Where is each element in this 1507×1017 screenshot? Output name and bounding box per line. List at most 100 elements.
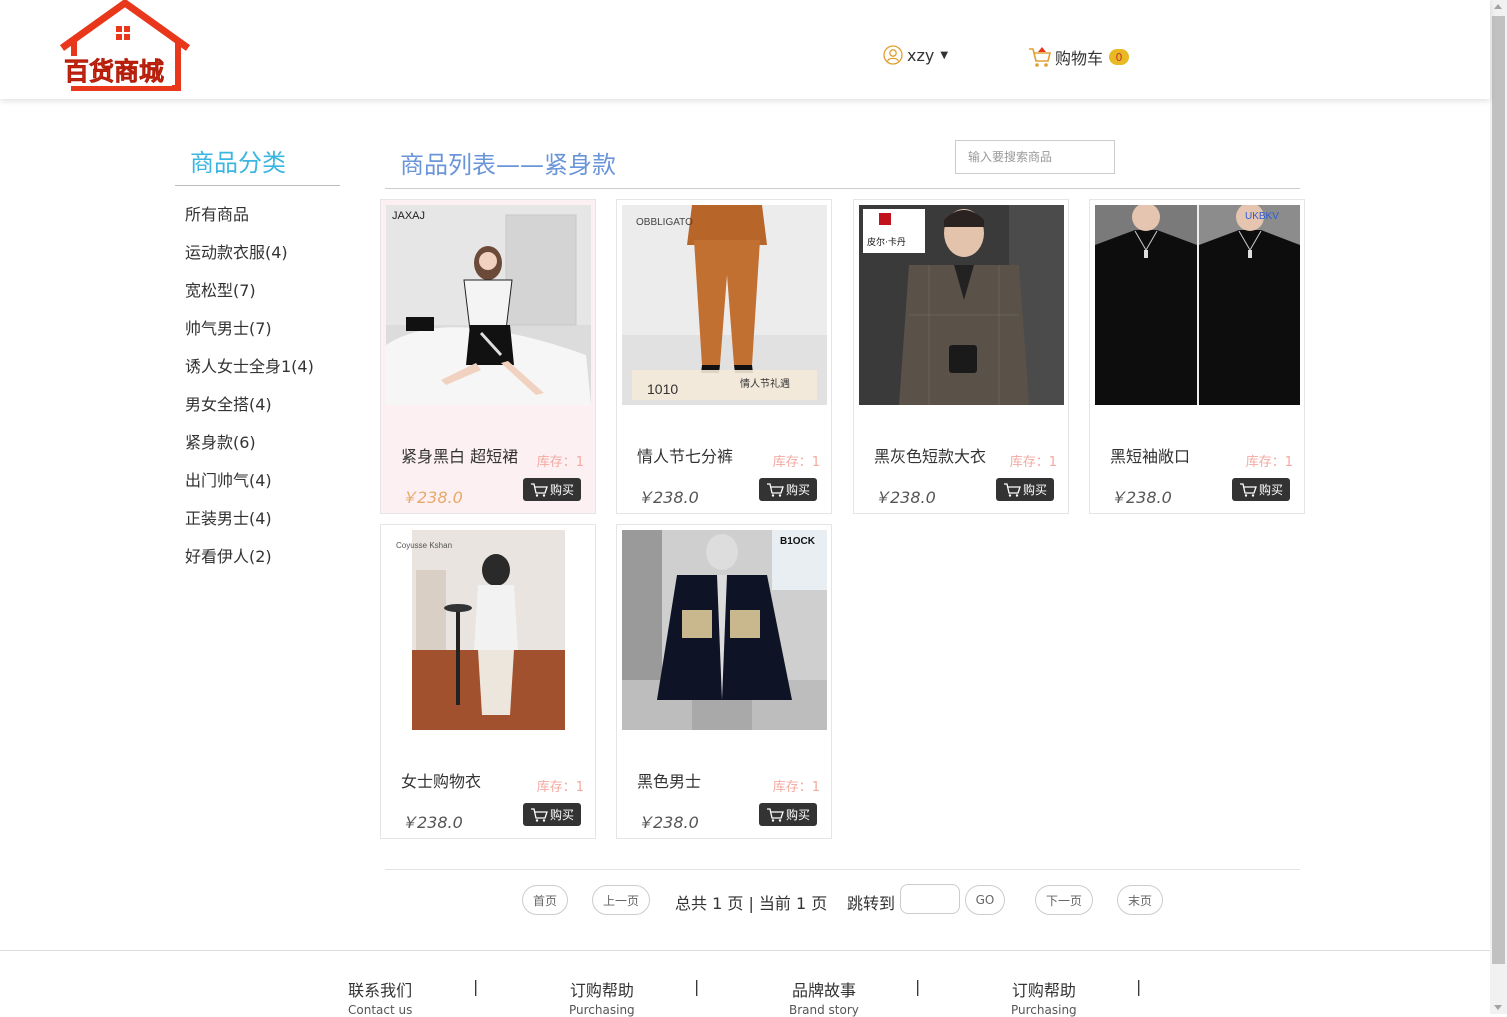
category-item-formal-men[interactable]: 正装男士(4) [185,509,314,547]
buy-button-label: 购买 [549,483,574,497]
product-stock: 库存：1 [536,780,584,795]
first-page-button[interactable]: 首页 [522,885,568,915]
scrollbar-thumb[interactable] [1492,16,1505,964]
cart-icon [766,482,784,497]
cart-icon [1029,47,1052,67]
cart-link[interactable]: 购物车 0 [1028,45,1130,69]
footer-link-brand-story[interactable]: 品牌故事 Brand story [789,977,859,1017]
product-price: ￥238.0 [637,813,699,832]
product-price: ￥238.0 [1110,488,1172,507]
category-item-women-fullbody[interactable]: 诱人女士全身1(4) [185,357,314,395]
footer-link-contact[interactable]: 联系我们 Contact us [348,977,412,1017]
prev-page-button[interactable]: 上一页 [592,885,650,915]
promo-price: 1010 [647,381,678,397]
product-image[interactable]: 1010 情人节礼遇 OBBLIGATO [622,205,827,405]
product-name[interactable]: 女士购物衣 [401,768,481,792]
buy-button[interactable]: 购买 [523,478,581,501]
footer-link-purchasing[interactable]: 订购帮助 Purchasing [569,977,635,1017]
product-image[interactable]: B1OCK [622,530,827,730]
user-menu[interactable]: xzy ▼ [883,45,948,65]
product-price: ￥238.0 [401,813,463,832]
buy-button[interactable]: 购买 [996,478,1054,501]
footer-separator: | [1136,977,1142,996]
category-item-tight[interactable]: 紧身款(6) [185,433,314,471]
product-stock: 库存：1 [1009,455,1057,470]
cart-icon [530,482,548,497]
product-name[interactable]: 黑色男士 [637,768,701,792]
product-card[interactable]: JAXAJ 紧身黑白 超短裙 库存：1 ￥238.0 购买 [380,199,596,514]
product-image[interactable]: 皮尔·卡丹 [859,205,1064,405]
category-title: 商品分类 [190,149,286,177]
product-name[interactable]: 黑短袖敞口 [1110,443,1190,467]
page-jump-input[interactable] [900,884,960,914]
product-brand: OBBLIGATO [636,217,693,228]
buy-button[interactable]: 购买 [1232,478,1290,501]
product-card[interactable]: 皮尔·卡丹 黑灰色短款大衣 库存：1 ￥238.0 购买 [853,199,1069,514]
footer-link-sublabel: Purchasing [569,1003,635,1017]
cart-icon [1239,482,1257,497]
buy-button-label: 购买 [1022,483,1047,497]
product-image[interactable]: Coyusse Kshan [386,530,591,730]
buy-button-label: 购买 [1258,483,1283,497]
buy-button[interactable]: 购买 [759,478,817,501]
header: 百货商城 xzy ▼ 购物车 0 [0,0,1490,99]
product-list-title: 商品列表——紧身款 [400,151,616,179]
page-scrollbar[interactable] [1490,0,1507,1014]
footer-separator: | [915,977,921,996]
product-card[interactable]: UKBKV 黑短袖敞口 库存：1 ￥238.0 购买 [1089,199,1305,514]
product-image[interactable]: JAXAJ [386,205,591,405]
scroll-up-icon[interactable] [1494,4,1502,9]
category-list: 所有商品 运动款衣服(4) 宽松型(7) 帅气男士(7) 诱人女士全身1(4) … [185,205,314,585]
cart-icon [766,807,784,822]
cart-count-badge: 0 [1109,49,1130,65]
cart-icon [1003,482,1021,497]
footer-link-purchasing-2[interactable]: 订购帮助 Purchasing [1011,977,1077,1017]
category-item-all[interactable]: 所有商品 [185,205,314,243]
buy-button[interactable]: 购买 [523,803,581,826]
product-price: ￥238.0 [874,488,936,507]
footer-link-label: 订购帮助 [569,981,634,1000]
footer-link-label: 品牌故事 [791,981,856,1000]
username: xzy [907,45,935,65]
category-item-sportswear[interactable]: 运动款衣服(4) [185,243,314,281]
product-name[interactable]: 黑灰色短款大衣 [874,443,986,467]
buy-button-label: 购买 [785,808,810,822]
product-card[interactable]: Coyusse Kshan 女士购物衣 库存：1 ￥238.0 购买 [380,524,596,839]
divider [175,185,340,186]
buy-button-label: 购买 [549,808,574,822]
product-name[interactable]: 情人节七分裤 [637,443,733,467]
footer-link-label: 联系我们 [348,981,413,1000]
cart-icon [530,807,548,822]
product-stock: 库存：1 [772,455,820,470]
product-card[interactable]: 1010 情人节礼遇 OBBLIGATO 情人节七分裤 库存：1 ￥238.0 … [616,199,832,514]
product-brand: UKBKV [1245,211,1279,222]
next-page-button[interactable]: 下一页 [1035,885,1093,915]
category-item-loose[interactable]: 宽松型(7) [185,281,314,319]
product-brand: B1OCK [780,536,816,547]
product-stock: 库存：1 [1245,455,1293,470]
footer-separator: | [473,977,479,996]
footer-link-sublabel: Brand story [789,1003,859,1017]
store-logo[interactable]: 百货商城 [56,0,194,96]
logo-text: 百货商城 [64,57,164,86]
scroll-down-icon[interactable] [1494,1005,1502,1010]
category-item-handsome-men[interactable]: 帅气男士(7) [185,319,314,357]
product-name[interactable]: 紧身黑白 超短裙 [401,443,518,467]
divider [385,188,1300,189]
product-price: ￥238.0 [637,488,699,507]
last-page-button[interactable]: 末页 [1117,885,1163,915]
go-button[interactable]: GO [965,885,1005,915]
buy-button-label: 购买 [785,483,810,497]
product-card[interactable]: B1OCK 黑色男士 库存：1 ￥238.0 购买 [616,524,832,839]
product-image[interactable]: UKBKV [1095,205,1300,405]
search-input[interactable] [955,140,1115,174]
category-item-unisex[interactable]: 男女全搭(4) [185,395,314,433]
product-price: ￥238.0 [401,488,463,507]
divider [385,869,1300,870]
category-item-going-out[interactable]: 出门帅气(4) [185,471,314,509]
buy-button[interactable]: 购买 [759,803,817,826]
category-item-pretty-women[interactable]: 好看伊人(2) [185,547,314,585]
product-brand: JAXAJ [392,210,425,222]
product-stock: 库存：1 [536,455,584,470]
chevron-down-icon: ▼ [940,49,949,61]
